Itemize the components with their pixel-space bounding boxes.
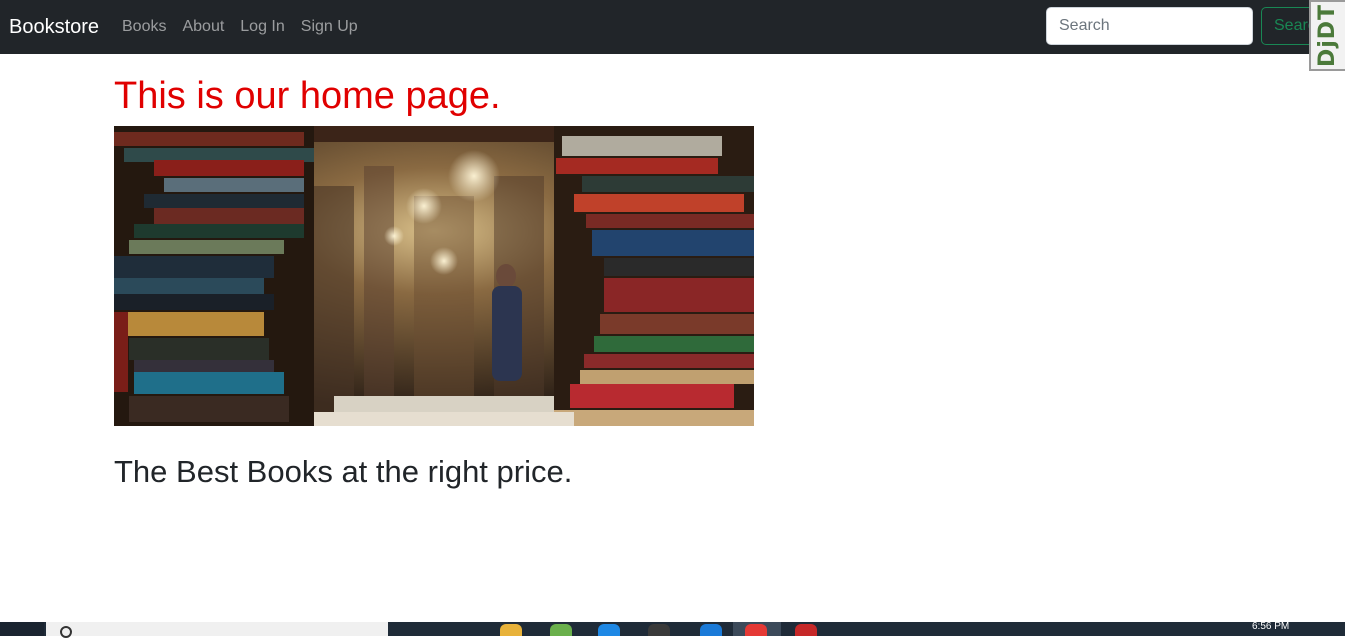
brand-link[interactable]: Bookstore bbox=[9, 14, 99, 40]
vscode-icon[interactable] bbox=[700, 624, 722, 636]
search-icon bbox=[60, 626, 72, 638]
red-app-icon[interactable] bbox=[795, 624, 817, 636]
nav-link-about[interactable]: About bbox=[182, 15, 224, 39]
nav-link-signup[interactable]: Sign Up bbox=[301, 15, 358, 39]
hero-image bbox=[114, 126, 754, 426]
start-button[interactable] bbox=[0, 622, 44, 636]
chrome-icon[interactable] bbox=[550, 624, 572, 636]
terminal-icon[interactable] bbox=[648, 624, 670, 636]
opera-icon[interactable] bbox=[745, 624, 767, 636]
taskbar-clock[interactable]: 6:56 PM bbox=[1252, 621, 1289, 633]
nav-link-login[interactable]: Log In bbox=[240, 15, 284, 39]
nav-link-books[interactable]: Books bbox=[122, 15, 166, 39]
debug-toolbar-label: DjDT bbox=[1315, 3, 1341, 68]
tagline: The Best Books at the right price. bbox=[114, 454, 573, 489]
search-input[interactable] bbox=[1046, 7, 1253, 45]
taskbar-search-box[interactable] bbox=[46, 622, 388, 638]
file-explorer-icon[interactable] bbox=[500, 624, 522, 636]
edge-icon[interactable] bbox=[598, 624, 620, 636]
os-taskbar: 6:56 PM bbox=[0, 621, 1345, 638]
page-title: This is our home page. bbox=[114, 75, 501, 117]
nav-links: Books About Log In Sign Up bbox=[122, 15, 374, 39]
debug-toolbar-handle[interactable]: DjDT bbox=[1309, 0, 1345, 71]
top-navbar: Bookstore Books About Log In Sign Up Sea… bbox=[0, 0, 1345, 54]
